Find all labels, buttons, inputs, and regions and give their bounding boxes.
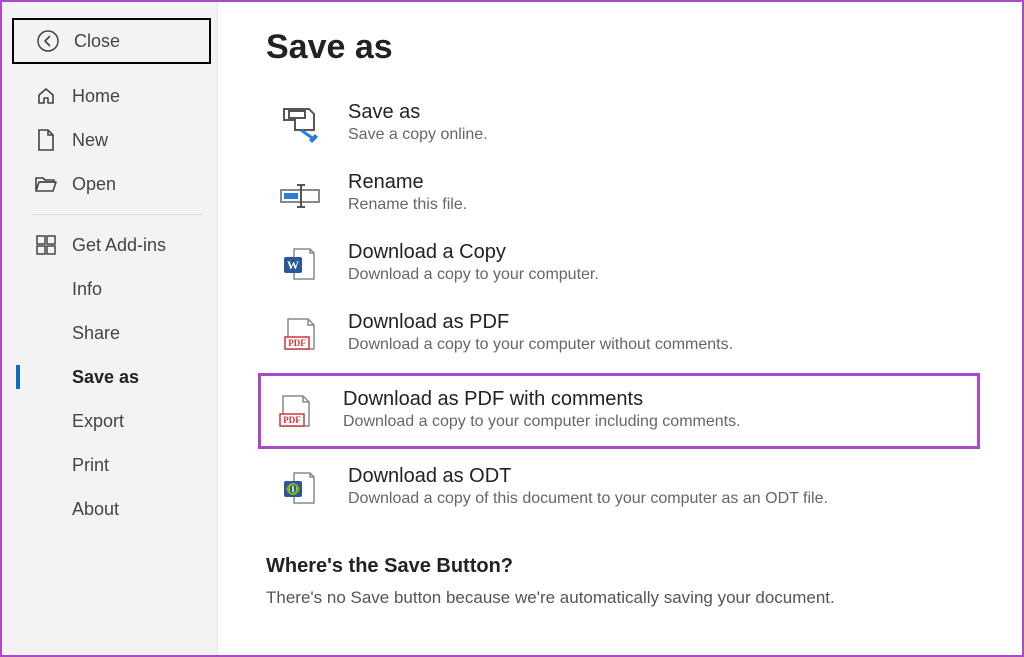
new-file-icon xyxy=(34,128,58,152)
sidebar-close[interactable]: Close xyxy=(12,18,211,64)
option-rename-desc: Rename this file. xyxy=(348,196,467,214)
sidebar-about-label: About xyxy=(72,499,119,520)
option-save-as-title: Save as xyxy=(348,101,488,124)
sidebar-print-label: Print xyxy=(72,455,109,476)
pdf-comments-icon: PDF xyxy=(273,390,317,434)
option-download-pdf-desc: Download a copy to your computer without… xyxy=(348,336,733,354)
option-download-pdf-comments-desc: Download a copy to your computer includi… xyxy=(343,413,741,431)
sidebar: Close Home New Open Get Add-ins xyxy=(2,2,218,655)
word-doc-icon: W xyxy=(278,243,322,287)
sidebar-share-label: Share xyxy=(72,323,120,344)
sidebar-divider xyxy=(32,214,203,215)
save-as-icon xyxy=(278,103,322,147)
sidebar-open-label: Open xyxy=(72,174,116,195)
home-icon xyxy=(34,84,58,108)
sidebar-info-label: Info xyxy=(72,279,102,300)
sidebar-export-label: Export xyxy=(72,411,124,432)
addins-icon xyxy=(34,233,58,257)
sidebar-get-addins-label: Get Add-ins xyxy=(72,235,166,256)
sidebar-home[interactable]: Home xyxy=(2,74,217,118)
svg-text:W: W xyxy=(287,258,299,272)
highlighted-option: PDF Download as PDF with comments Downlo… xyxy=(258,373,980,449)
option-rename-title: Rename xyxy=(348,171,467,194)
sidebar-print[interactable]: Print xyxy=(2,443,217,487)
page-title: Save as xyxy=(266,28,982,67)
footer-heading: Where's the Save Button? xyxy=(266,555,982,578)
pdf-icon: PDF xyxy=(278,313,322,357)
sidebar-open[interactable]: Open xyxy=(2,162,217,206)
sidebar-new-label: New xyxy=(72,130,108,151)
svg-text:PDF: PDF xyxy=(288,338,306,348)
sidebar-home-label: Home xyxy=(72,86,120,107)
option-save-as-desc: Save a copy online. xyxy=(348,126,488,144)
open-folder-icon xyxy=(34,172,58,196)
back-arrow-icon xyxy=(36,29,60,53)
sidebar-info[interactable]: Info xyxy=(2,267,217,311)
rename-icon xyxy=(278,173,322,217)
option-download-pdf-comments-title: Download as PDF with comments xyxy=(343,388,741,411)
svg-text:PDF: PDF xyxy=(283,415,301,425)
option-download-copy[interactable]: W Download a Copy Download a copy to you… xyxy=(266,229,982,299)
option-download-pdf-comments[interactable]: PDF Download as PDF with comments Downlo… xyxy=(261,376,817,446)
option-download-copy-desc: Download a copy to your computer. xyxy=(348,266,599,284)
sidebar-save-as-label: Save as xyxy=(72,367,139,388)
option-download-copy-title: Download a Copy xyxy=(348,241,599,264)
sidebar-get-addins[interactable]: Get Add-ins xyxy=(2,223,217,267)
option-download-odt[interactable]: Download as ODT Download a copy of this … xyxy=(266,453,982,523)
option-download-odt-desc: Download a copy of this document to your… xyxy=(348,490,828,508)
option-download-odt-title: Download as ODT xyxy=(348,465,828,488)
option-save-as[interactable]: Save as Save a copy online. xyxy=(266,89,982,159)
main-content: Save as Save as Save a copy online. Rena… xyxy=(218,2,1022,655)
sidebar-close-label: Close xyxy=(74,31,120,52)
option-download-pdf-title: Download as PDF xyxy=(348,311,733,334)
sidebar-share[interactable]: Share xyxy=(2,311,217,355)
sidebar-export[interactable]: Export xyxy=(2,399,217,443)
sidebar-new[interactable]: New xyxy=(2,118,217,162)
footer-text: There's no Save button because we're aut… xyxy=(266,588,982,608)
option-rename[interactable]: Rename Rename this file. xyxy=(266,159,982,229)
option-download-pdf[interactable]: PDF Download as PDF Download a copy to y… xyxy=(266,299,982,369)
sidebar-save-as[interactable]: Save as xyxy=(2,355,217,399)
sidebar-about[interactable]: About xyxy=(2,487,217,531)
odt-icon xyxy=(278,467,322,511)
